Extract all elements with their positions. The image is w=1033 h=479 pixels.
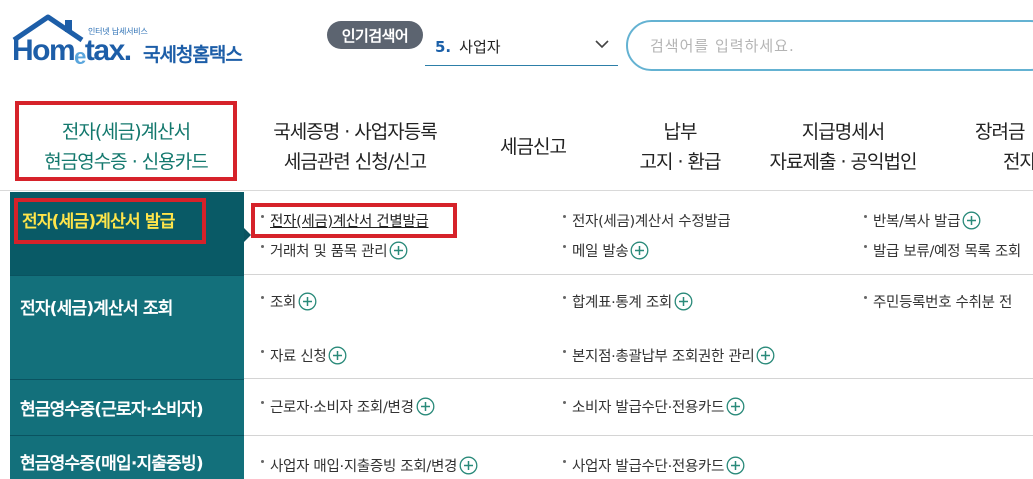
link-biz-purchase[interactable]: 사업자 매입·지출증빙 조회/변경 [261, 455, 478, 476]
plus-circle-icon[interactable] [298, 292, 317, 311]
popular-search-badge: 인기검색어 [327, 21, 423, 49]
logo-wordmark: Hometax. [12, 34, 132, 69]
nav-tab-label-line1: 장려금 [975, 121, 1025, 143]
search-input[interactable] [650, 36, 1010, 55]
nav-tab-payment[interactable]: 납부 고지 · 환급 [605, 112, 755, 182]
bullet-icon [261, 245, 264, 248]
link-biz-card[interactable]: 사업자 발급수단·전용카드 [563, 455, 745, 476]
link-worker-query[interactable]: 근로자·소비자 조회/변경 [261, 396, 435, 417]
popular-search-select[interactable]: 5. 사업자 [425, 28, 618, 66]
popular-search-term: 사업자 [459, 38, 501, 56]
bullet-icon [563, 401, 566, 404]
submenu-category-cash-receipt-consumer[interactable]: 현금영수증(근로자·소비자) [10, 379, 244, 435]
submenu-category-cash-receipt-business[interactable]: 현금영수증(매입·지출증빙) [10, 435, 244, 479]
bullet-icon [563, 296, 566, 299]
hometax-logo[interactable]: 인터넷 납세서비스 Hometax. 국세청홈택스 [10, 14, 260, 74]
bullet-icon [864, 245, 867, 248]
chevron-down-icon[interactable] [594, 38, 610, 50]
plus-circle-icon[interactable] [416, 397, 435, 416]
link-branch-auth[interactable]: 본지점·총괄납부 조회권한 관리 [563, 345, 775, 366]
bullet-icon [864, 296, 867, 299]
plus-circle-icon[interactable] [389, 241, 408, 260]
row-divider [244, 274, 1033, 275]
link-query[interactable]: 조회 [261, 291, 317, 312]
bullet-icon [261, 401, 264, 404]
nav-tab-label-line1: 국세증명 · 사업자등록 [273, 121, 437, 143]
submenu-category-query[interactable]: 전자(세금)계산서 조회 [10, 275, 244, 379]
bullet-icon [261, 296, 264, 299]
logo-korean-name: 국세청홈택스 [143, 44, 243, 66]
nav-tab-label-line1: 납부 [663, 121, 698, 143]
link-consumer-card[interactable]: 소비자 발급수단·전용카드 [563, 396, 745, 417]
bullet-icon [563, 215, 566, 218]
nav-tab-label-line2: 고지 · 환급 [639, 151, 721, 173]
bullet-icon [563, 460, 566, 463]
link-issue-hold[interactable]: 발급 보류/예정 목록 조회 [864, 240, 1021, 261]
bullet-icon [563, 350, 566, 353]
plus-circle-icon[interactable] [328, 346, 347, 365]
plus-circle-icon[interactable] [630, 241, 649, 260]
nav-tab-label-line1: 지급명세서 [801, 121, 885, 143]
nav-tab-tax-filing[interactable]: 세금신고 [478, 112, 588, 182]
link-mail-send[interactable]: 메일 발송 [563, 240, 649, 261]
nav-tab-incentives[interactable]: 장려금 전자 [973, 112, 1033, 182]
nav-tab-label-line2: 전자 [1003, 151, 1033, 173]
nav-tab-label-line1: 세금신고 [500, 136, 567, 158]
nav-divider [0, 190, 1033, 191]
plus-circle-icon[interactable] [674, 292, 693, 311]
link-data-request[interactable]: 자료 신청 [261, 345, 347, 366]
bullet-icon [261, 460, 264, 463]
link-client-items[interactable]: 거래처 및 품목 관리 [261, 240, 408, 261]
bullet-icon [563, 245, 566, 248]
link-resident-number[interactable]: 주민등록번호 수취분 전 [864, 291, 1012, 312]
link-issue-repeat[interactable]: 반복/복사 발급 [864, 210, 981, 231]
link-summary-stats[interactable]: 합계표·통계 조회 [563, 291, 693, 312]
nav-tab-label-line2: 세금관련 신청/신고 [283, 151, 427, 173]
plus-circle-icon[interactable] [726, 397, 745, 416]
bullet-icon [864, 215, 867, 218]
annotation-highlight-box [14, 198, 206, 244]
nav-tab-label-line2: 자료제출 · 공익법인 [769, 151, 918, 173]
row-divider [244, 378, 1033, 379]
link-issue-modify[interactable]: 전자(세금)계산서 수정발급 [563, 210, 731, 231]
search-box[interactable] [626, 20, 1033, 71]
plus-circle-icon[interactable] [962, 211, 981, 230]
popular-search-rank: 5. [435, 37, 452, 56]
annotation-highlight-box [15, 101, 237, 181]
nav-tab-certificates[interactable]: 국세증명 · 사업자등록 세금관련 신청/신고 [250, 112, 460, 182]
row-divider [244, 435, 1033, 436]
plus-circle-icon[interactable] [726, 456, 745, 475]
annotation-highlight-box [251, 203, 457, 238]
plus-circle-icon[interactable] [459, 456, 478, 475]
bullet-icon [261, 350, 264, 353]
nav-tab-statements[interactable]: 지급명세서 자료제출 · 공익법인 [758, 112, 928, 182]
plus-circle-icon[interactable] [756, 346, 775, 365]
submenu-pointer-arrow [244, 228, 251, 242]
